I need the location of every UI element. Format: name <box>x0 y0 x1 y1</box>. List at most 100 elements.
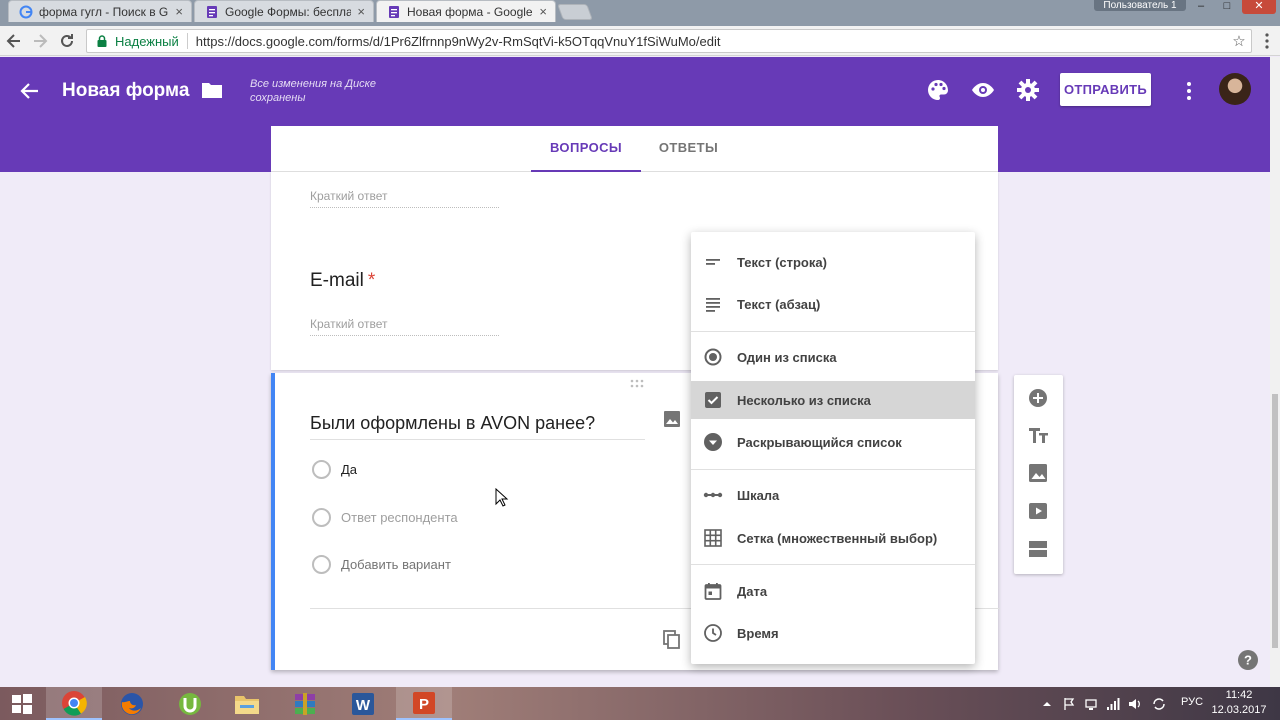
option-label-placeholder[interactable]: Ответ респондента <box>341 510 458 525</box>
menu-item-label: Один из списка <box>737 349 837 365</box>
taskbar-word[interactable]: W <box>335 687 391 720</box>
taskbar-utorrent[interactable] <box>162 687 218 720</box>
tray-up-arrow-icon[interactable] <box>1040 697 1054 711</box>
winrar-icon <box>295 692 315 715</box>
menu-item-grid[interactable]: Сетка (множественный выбор) <box>691 519 975 557</box>
taskbar-file-explorer[interactable] <box>219 687 275 720</box>
menu-divider <box>691 564 975 565</box>
back-arrow-icon[interactable] <box>18 79 42 103</box>
add-option-row[interactable]: Добавить вариант <box>312 554 451 574</box>
option-label[interactable]: Да <box>341 462 357 477</box>
page-scrollbar-thumb[interactable] <box>1272 394 1278 648</box>
clock-time[interactable]: 11:42 <box>1214 689 1264 701</box>
checkbox-icon <box>705 392 721 408</box>
question-title-input[interactable]: Были оформлены в AVON ранее? <box>310 413 645 440</box>
signal-icon[interactable] <box>1106 697 1120 711</box>
question-title-text: E-mail <box>310 270 364 291</box>
browser-tab-forms-info[interactable]: Google Формы: бесплат × <box>194 0 374 22</box>
tab-questions[interactable]: ВОПРОСЫ <box>531 126 641 172</box>
taskbar-firefox[interactable] <box>104 687 160 720</box>
send-button[interactable]: ОТПРАВИТЬ <box>1060 73 1151 106</box>
option-row-other[interactable]: Ответ респондента <box>312 507 458 527</box>
form-title[interactable]: Новая форма <box>62 79 189 103</box>
option-row[interactable]: Да <box>312 459 357 479</box>
radio-icon <box>312 507 331 527</box>
address-bar[interactable]: Надежный https://docs.google.com/forms/d… <box>86 29 1252 53</box>
sync-icon[interactable] <box>1152 697 1166 711</box>
taskbar-chrome[interactable] <box>46 687 102 720</box>
menu-item-paragraph[interactable]: Текст (абзац) <box>691 285 975 323</box>
flag-icon[interactable] <box>1062 697 1076 711</box>
volume-icon[interactable] <box>1128 697 1142 711</box>
clock-date[interactable]: 12.03.2017 <box>1210 704 1268 716</box>
duplicate-icon[interactable] <box>661 628 683 650</box>
maximize-button[interactable]: □ <box>1214 0 1240 14</box>
menu-item-multiple-choice[interactable]: Несколько из списка <box>691 381 975 419</box>
add-title-icon[interactable] <box>1026 423 1050 447</box>
menu-item-date[interactable]: Дата <box>691 572 975 610</box>
windows-taskbar: W P РУС 11:42 12.03.2017 <box>0 687 1280 720</box>
menu-divider <box>691 331 975 332</box>
browser-toolbar: Надежный https://docs.google.com/forms/d… <box>0 26 1280 56</box>
google-g-icon <box>19 5 33 18</box>
tab-close-icon[interactable]: × <box>539 4 547 19</box>
add-image-icon[interactable] <box>662 409 682 429</box>
menu-item-linear-scale[interactable]: Шкала <box>691 476 975 514</box>
browser-tab-title: Новая форма - Google <box>407 4 533 19</box>
menu-item-label: Текст (строка) <box>737 254 827 270</box>
folder-icon[interactable] <box>201 80 223 100</box>
question-title[interactable]: E-mail * <box>310 270 375 292</box>
tab-answers[interactable]: ОТВЕТЫ <box>641 126 736 172</box>
browser-tab-search[interactable]: форма гугл - Поиск в G × <box>8 0 192 22</box>
add-option-label[interactable]: Добавить вариант <box>341 557 451 572</box>
radio-icon <box>312 459 331 479</box>
taskbar-powerpoint[interactable]: P <box>396 687 452 720</box>
taskbar-winrar[interactable] <box>277 687 333 720</box>
forward-icon[interactable] <box>30 31 50 51</box>
avatar[interactable] <box>1219 73 1251 105</box>
drag-handle-icon[interactable] <box>630 379 646 389</box>
word-icon: W <box>352 692 374 715</box>
paragraph-icon <box>706 298 720 312</box>
tab-close-icon[interactable]: × <box>175 4 183 19</box>
forms-icon <box>207 5 217 18</box>
language-indicator[interactable]: РУС <box>1181 696 1203 708</box>
preview-eye-icon[interactable] <box>970 77 996 103</box>
menu-item-time[interactable]: Время <box>691 614 975 652</box>
menu-item-label: Сетка (множественный выбор) <box>737 530 938 546</box>
browser-tab-strip: форма гугл - Поиск в G × Google Формы: б… <box>0 0 1280 26</box>
palette-icon[interactable] <box>925 77 951 103</box>
short-text-icon <box>706 259 720 265</box>
menu-item-dropdown[interactable]: Раскрывающийся список <box>691 423 975 461</box>
reload-icon[interactable] <box>57 31 77 51</box>
browser-tab-title: форма гугл - Поиск в G <box>39 4 169 19</box>
windows-start-button[interactable] <box>0 687 44 720</box>
add-question-icon[interactable] <box>1026 386 1050 410</box>
add-section-icon[interactable] <box>1026 537 1050 561</box>
menu-item-label: Время <box>737 625 779 641</box>
new-tab-button[interactable] <box>557 4 593 20</box>
grid-icon <box>704 529 722 547</box>
svg-text:W: W <box>356 697 371 714</box>
network-icon[interactable] <box>1084 697 1098 711</box>
menu-item-single-choice[interactable]: Один из списка <box>691 338 975 376</box>
help-icon[interactable]: ? <box>1237 649 1259 671</box>
gear-icon[interactable] <box>1015 77 1041 103</box>
bookmark-star-icon[interactable]: ☆ <box>1227 32 1251 50</box>
side-toolbar <box>1014 375 1063 574</box>
menu-item-short-text[interactable]: Текст (строка) <box>691 243 975 281</box>
utorrent-icon <box>179 692 201 715</box>
menu-item-label: Шкала <box>737 487 780 503</box>
browser-menu-icon[interactable] <box>1262 32 1272 50</box>
browser-tab-new-form[interactable]: Новая форма - Google × <box>376 0 556 22</box>
browser-user-label[interactable]: Пользователь 1 <box>1094 0 1186 11</box>
tab-close-icon[interactable]: × <box>357 4 365 19</box>
more-vert-icon[interactable] <box>1185 80 1193 102</box>
svg-text:?: ? <box>1244 653 1252 668</box>
back-icon[interactable] <box>4 31 24 51</box>
close-window-button[interactable]: ✕ <box>1242 0 1276 14</box>
add-image-icon[interactable] <box>1026 461 1050 485</box>
url-text[interactable]: https://docs.google.com/forms/d/1Pr6Zlfr… <box>196 34 1227 49</box>
minimize-button[interactable]: – <box>1188 0 1214 14</box>
add-video-icon[interactable] <box>1026 499 1050 523</box>
